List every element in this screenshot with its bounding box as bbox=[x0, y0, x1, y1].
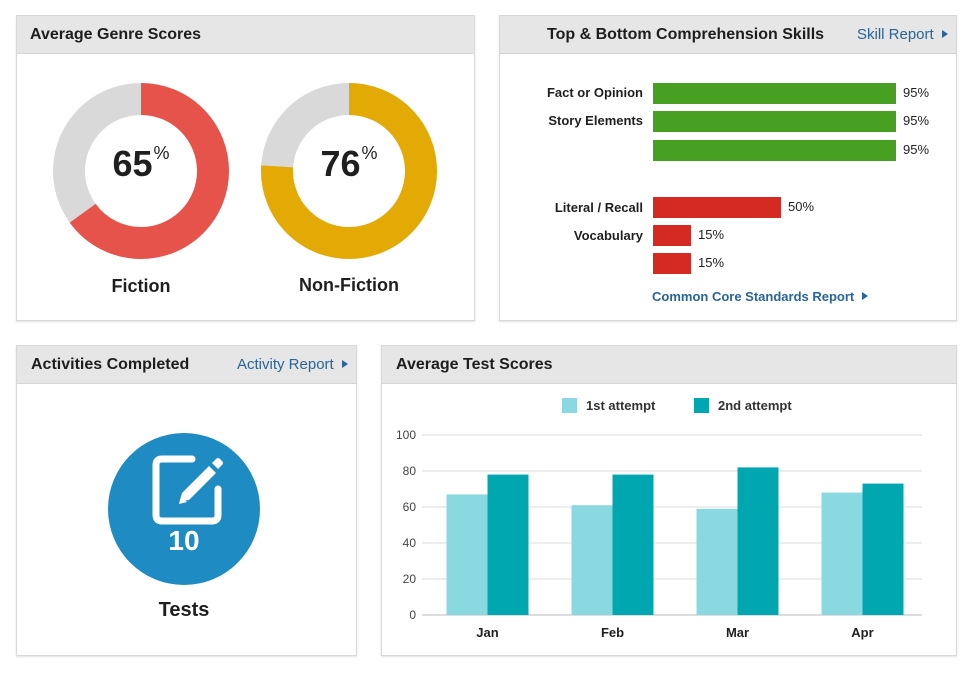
skill-label-bottom-1: Literal / Recall bbox=[554, 200, 643, 215]
genre-scores-panel: Average Genre Scores 65% Fiction 76% Non… bbox=[16, 15, 475, 321]
nonfiction-score: 76% bbox=[261, 143, 437, 185]
genre-panel-header: Average Genre Scores bbox=[17, 16, 474, 54]
bar-mar-attempt-2 bbox=[737, 467, 779, 615]
legend-label-2: 2nd attempt bbox=[718, 398, 792, 413]
skill-report-link[interactable]: Skill Report bbox=[857, 26, 948, 43]
skill-pct-top-2: 95% bbox=[903, 113, 930, 128]
skill-report-label: Skill Report bbox=[857, 26, 934, 43]
skill-bar-top-1 bbox=[653, 83, 896, 104]
skill-label-top-2: Story Elements bbox=[548, 113, 643, 128]
legend-label-1: 1st attempt bbox=[586, 398, 656, 413]
tests-count: 10 bbox=[168, 525, 200, 556]
x-tick-label: Feb bbox=[601, 625, 624, 640]
y-tick-label: 20 bbox=[403, 572, 417, 586]
bar-mar-attempt-1 bbox=[696, 508, 738, 615]
skill-bar-bottom-3 bbox=[653, 253, 691, 274]
nonfiction-donut: 76% bbox=[261, 83, 437, 259]
skill-pct-bottom-1: 50% bbox=[788, 199, 815, 214]
legend-swatch-2 bbox=[694, 398, 709, 413]
fiction-label: Fiction bbox=[111, 276, 171, 296]
activity-report-link[interactable]: Activity Report bbox=[237, 356, 348, 373]
bar-apr-attempt-2 bbox=[862, 483, 904, 615]
y-tick-label: 80 bbox=[403, 464, 417, 478]
caret-right-icon bbox=[941, 30, 948, 38]
x-tick-label: Mar bbox=[726, 625, 749, 640]
skill-bar-top-2 bbox=[653, 111, 896, 132]
fiction-score: 65% bbox=[53, 143, 229, 185]
skill-pct-top-3: 95% bbox=[903, 142, 930, 157]
activity-report-label: Activity Report bbox=[237, 356, 334, 373]
activities-panel: Activities Completed Activity Report 10 … bbox=[16, 345, 357, 656]
skill-bar-top-3 bbox=[653, 140, 896, 161]
skills-panel-header: Top & Bottom Comprehension Skills Skill … bbox=[500, 16, 956, 54]
test-scores-chart: 1st attempt 2nd attempt 0 20 40 60 80 100 Jan Feb… bbox=[396, 398, 922, 640]
scores-panel-header: Average Test Scores bbox=[382, 346, 956, 384]
x-tick-label: Apr bbox=[851, 625, 873, 640]
skill-label-top-1: Fact or Opinion bbox=[546, 85, 643, 100]
scores-panel-title: Average Test Scores bbox=[396, 356, 553, 373]
y-tick-label: 100 bbox=[396, 428, 416, 442]
y-tick-label: 40 bbox=[403, 536, 417, 550]
caret-right-icon bbox=[341, 360, 348, 368]
bar-jan-attempt-2 bbox=[487, 474, 529, 615]
fiction-score-unit: % bbox=[153, 143, 170, 163]
skills-panel-title: Top & Bottom Comprehension Skills bbox=[547, 26, 825, 43]
skill-bar-bottom-1 bbox=[653, 197, 781, 218]
skill-bar-bottom-2 bbox=[653, 225, 691, 246]
skill-pct-bottom-3: 15% bbox=[698, 255, 725, 270]
common-core-report-link[interactable]: Common Core Standards Report bbox=[652, 289, 869, 304]
skill-pct-top-1: 95% bbox=[903, 85, 930, 100]
caret-right-icon bbox=[862, 292, 869, 300]
fiction-score-number: 65 bbox=[112, 143, 153, 184]
bar-jan-attempt-1 bbox=[446, 494, 488, 615]
y-tick-label: 0 bbox=[409, 608, 416, 622]
activities-panel-title: Activities Completed bbox=[31, 356, 190, 373]
comprehension-skills-panel: Top & Bottom Comprehension Skills Skill … bbox=[499, 15, 957, 321]
bar-feb-attempt-2 bbox=[612, 474, 654, 615]
common-core-report-label: Common Core Standards Report bbox=[652, 289, 855, 304]
fiction-donut: 65% bbox=[53, 83, 229, 259]
skill-label-bottom-2: Vocabulary bbox=[573, 228, 643, 243]
tests-label: Tests bbox=[158, 599, 210, 621]
activities-panel-header: Activities Completed Activity Report bbox=[17, 346, 356, 384]
bar-apr-attempt-1 bbox=[821, 492, 863, 615]
bar-feb-attempt-1 bbox=[571, 505, 613, 615]
edit-icon bbox=[152, 455, 223, 525]
nonfiction-score-unit: % bbox=[361, 143, 378, 163]
tests-count-badge[interactable]: 10 bbox=[108, 433, 260, 585]
genre-panel-title: Average Genre Scores bbox=[30, 26, 202, 43]
y-tick-label: 60 bbox=[403, 500, 417, 514]
legend-swatch-1 bbox=[562, 398, 577, 413]
nonfiction-label: Non-Fiction bbox=[299, 275, 399, 295]
skill-pct-bottom-2: 15% bbox=[698, 227, 725, 242]
test-scores-panel: Average Test Scores 1st attempt 2nd attem… bbox=[381, 345, 957, 656]
nonfiction-score-number: 76 bbox=[320, 143, 361, 184]
x-tick-label: Jan bbox=[476, 625, 498, 640]
